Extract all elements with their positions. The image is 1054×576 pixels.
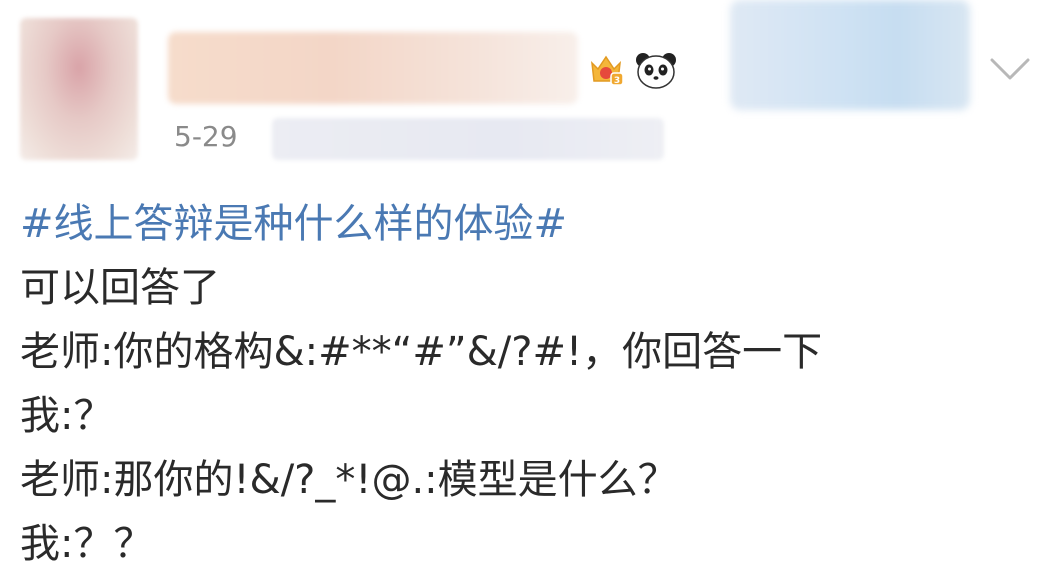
post-text-line: 老师:那你的!&/?_*!@.:模型是什么？ [20, 457, 678, 503]
post-date: 5-29 [174, 120, 238, 153]
vip-crown-icon: 3 [591, 55, 624, 86]
username-redacted[interactable] [168, 32, 578, 104]
post-source-redacted [272, 118, 664, 160]
chevron-down-icon[interactable] [988, 56, 1032, 82]
avatar[interactable] [20, 18, 138, 160]
post-text-line: 我:？？ [20, 521, 154, 567]
hashtag-link[interactable]: #线上答辩是种什么样的体验# [20, 201, 567, 247]
follow-area-redacted[interactable] [730, 0, 970, 110]
post-text-line: 可以回答了 [20, 265, 220, 311]
panda-emoji-icon [636, 53, 676, 89]
post-text-line: 老师:你的格构&:#**“#”&/?#!，你回答一下 [20, 329, 823, 375]
hashtag-line: #线上答辩是种什么样的体验# [20, 192, 1030, 256]
post-text-line: 我:？ [20, 393, 114, 439]
post-content: #线上答辩是种什么样的体验# 可以回答了 老师:你的格构&:#**“#”&/?#… [20, 192, 1030, 576]
svg-text:3: 3 [614, 76, 620, 86]
